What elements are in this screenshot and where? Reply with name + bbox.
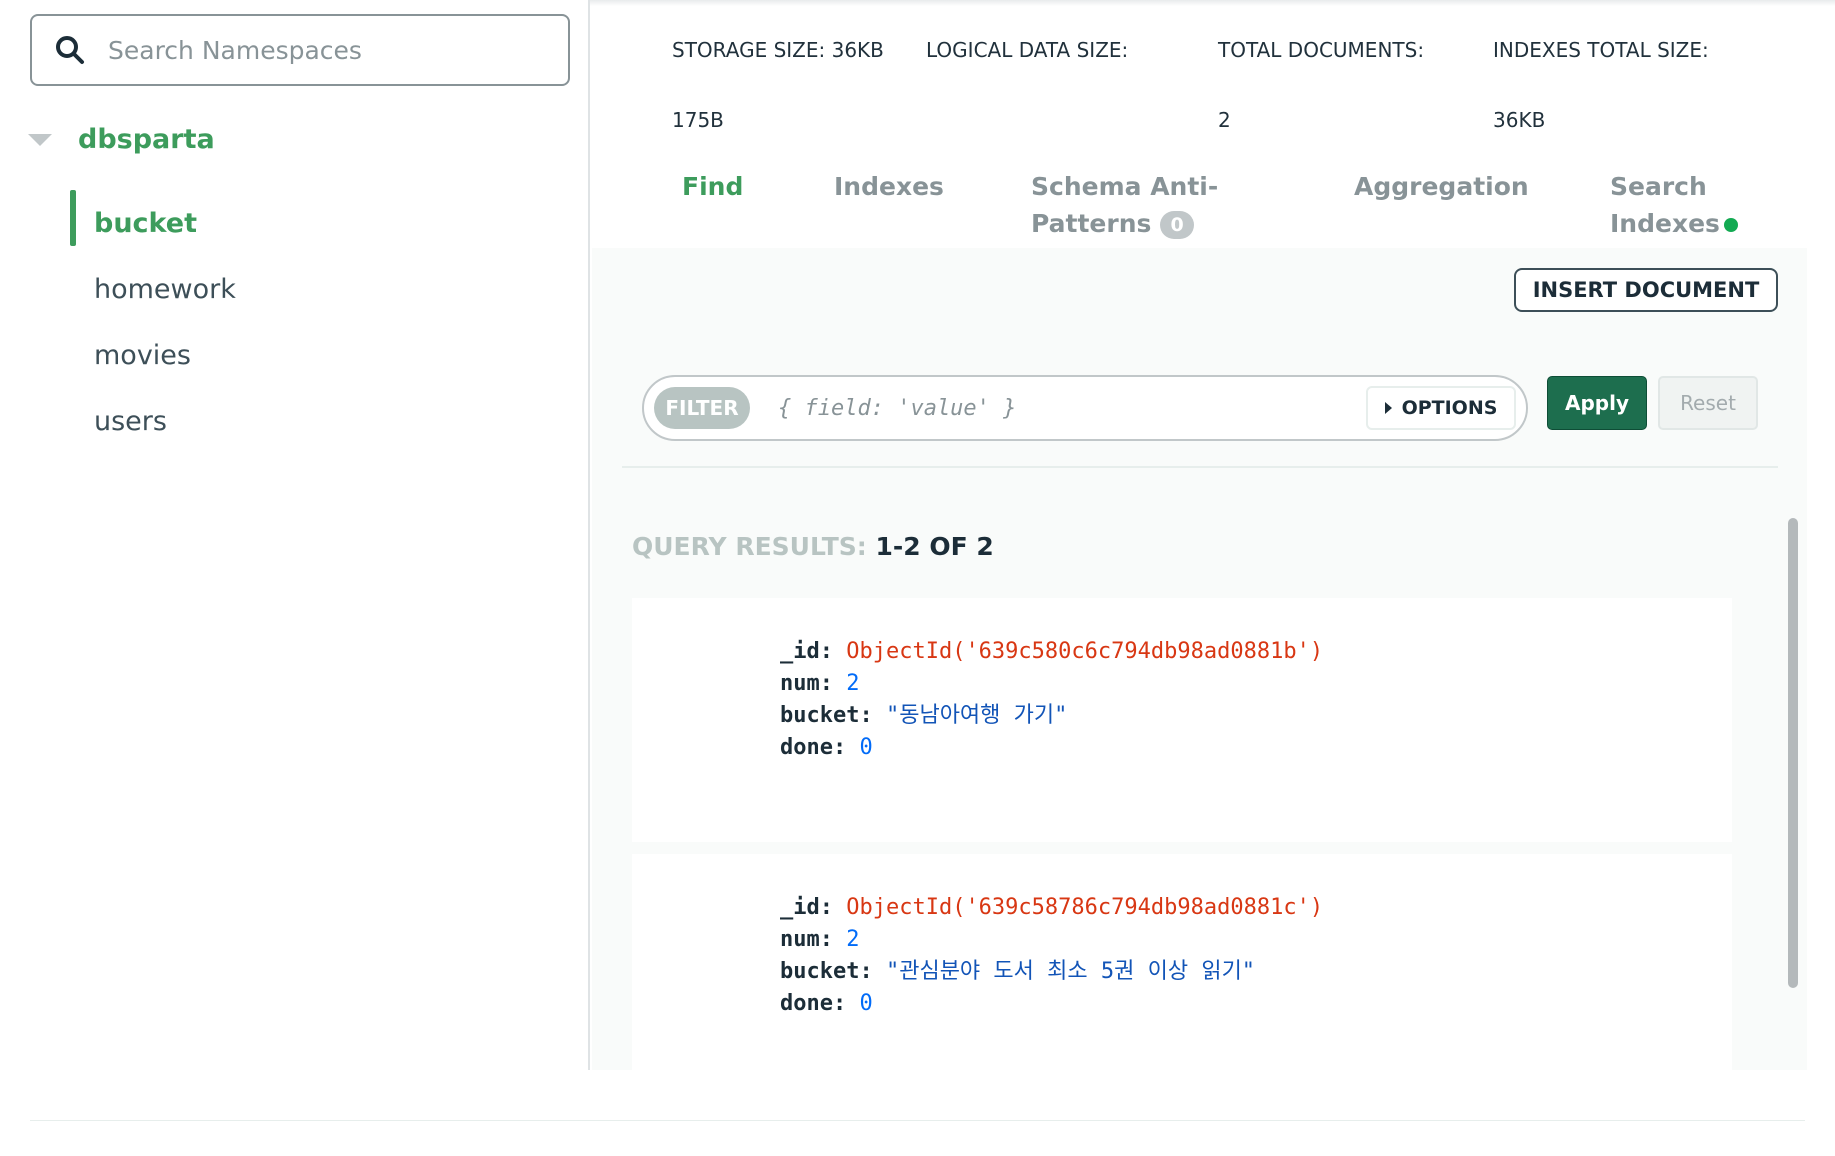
document-fields: _id: ObjectId('639c580c6c794db98ad0881b'… — [780, 636, 1323, 764]
caret-right-icon — [1384, 402, 1392, 414]
collection-item-homework[interactable]: homework — [70, 256, 570, 322]
tab-find[interactable]: Find — [682, 168, 743, 205]
document-fields: _id: ObjectId('639c58786c794db98ad0881c'… — [780, 892, 1323, 1020]
database-item-dbsparta[interactable]: dbsparta — [28, 124, 215, 155]
field-key: bucket: — [780, 703, 873, 728]
query-results-count: 1-2 OF 2 — [875, 532, 994, 561]
field-key: done: — [780, 735, 847, 760]
logical-size-label: LOGICAL DATA SIZE: — [926, 38, 1129, 62]
field-value-string[interactable]: "동남아여행 가기" — [886, 703, 1067, 728]
storage-size-stat: STORAGE SIZE: 36KB — [672, 38, 884, 62]
field-key: _id: — [780, 639, 833, 664]
query-results-summary: QUERY RESULTS: 1-2 OF 2 — [632, 532, 994, 561]
tab-search-label-line1: Search — [1610, 172, 1707, 201]
tab-search-indexes[interactable]: Search Indexes — [1610, 168, 1738, 242]
storage-size-value: 36KB — [831, 38, 884, 62]
results-scrollbar[interactable] — [1784, 510, 1800, 1070]
status-dot-icon — [1723, 218, 1738, 232]
field-value-string[interactable]: "관심분야 도서 최소 5권 이상 읽기" — [886, 959, 1255, 984]
search-icon — [54, 34, 86, 66]
top-shadow — [590, 0, 1835, 6]
collection-list: bucket homework movies users — [70, 190, 570, 454]
document-card[interactable]: _id: ObjectId('639c58786c794db98ad0881c'… — [632, 854, 1732, 1070]
options-button[interactable]: OPTIONS — [1366, 386, 1516, 430]
tab-aggregation[interactable]: Aggregation — [1354, 168, 1529, 205]
field-value-number[interactable]: 0 — [859, 735, 872, 760]
reset-button[interactable]: Reset — [1658, 376, 1758, 430]
tab-indexes[interactable]: Indexes — [834, 168, 944, 205]
schema-count-badge: 0 — [1160, 211, 1195, 239]
document-card[interactable]: _id: ObjectId('639c580c6c794db98ad0881b'… — [632, 598, 1732, 842]
query-bar: FILTER OPTIONS — [642, 375, 1528, 441]
field-key: num: — [780, 927, 833, 952]
field-key: _id: — [780, 895, 833, 920]
sidebar: dbsparta bucket homework movies users — [0, 0, 590, 1070]
collection-item-bucket[interactable]: bucket — [70, 190, 570, 256]
caret-down-icon[interactable] — [28, 133, 52, 146]
insert-document-button[interactable]: INSERT DOCUMENT — [1514, 268, 1778, 312]
storage-size-label: STORAGE SIZE: — [672, 38, 826, 62]
logical-size-value: 175B — [672, 108, 724, 132]
compass-window: dbsparta bucket homework movies users ST… — [0, 0, 1835, 1156]
namespace-search-input[interactable] — [108, 35, 548, 65]
indexes-size-value: 36KB — [1493, 108, 1546, 132]
find-workspace: INSERT DOCUMENT FILTER OPTIONS Apply Res… — [592, 248, 1807, 1070]
query-results-label: QUERY RESULTS: — [632, 532, 867, 561]
field-value-objectid[interactable]: ObjectId('639c58786c794db98ad0881c') — [846, 895, 1323, 920]
filter-label: FILTER — [654, 387, 750, 429]
total-documents-label: TOTAL DOCUMENTS: — [1218, 38, 1425, 62]
tab-schema-label: Patterns — [1031, 209, 1152, 238]
collection-item-movies[interactable]: movies — [70, 322, 570, 388]
tab-schema-label-line2: Patterns 0 — [1031, 205, 1218, 242]
bottom-divider — [30, 1120, 1805, 1121]
namespace-search[interactable] — [30, 14, 570, 86]
field-key: bucket: — [780, 959, 873, 984]
database-name: dbsparta — [78, 124, 215, 155]
collection-tabs: Find Indexes Schema Anti- Patterns 0 Agg… — [640, 168, 1820, 248]
tab-search-label-line2: Indexes — [1610, 205, 1738, 242]
apply-button[interactable]: Apply — [1547, 376, 1647, 430]
options-label: OPTIONS — [1401, 397, 1498, 419]
field-value-number[interactable]: 2 — [846, 671, 859, 696]
field-value-number[interactable]: 2 — [846, 927, 859, 952]
indexes-size-label: INDEXES TOTAL SIZE: — [1493, 38, 1709, 62]
field-key: num: — [780, 671, 833, 696]
tab-schema-anti-patterns[interactable]: Schema Anti- Patterns 0 — [1031, 168, 1218, 242]
scrollbar-thumb[interactable] — [1788, 518, 1798, 988]
tab-schema-label-line1: Schema Anti- — [1031, 172, 1219, 201]
collection-item-users[interactable]: users — [70, 388, 570, 454]
filter-input[interactable] — [778, 395, 1358, 421]
field-value-objectid[interactable]: ObjectId('639c580c6c794db98ad0881b') — [846, 639, 1323, 664]
tab-search-label: Indexes — [1610, 209, 1720, 238]
field-value-number[interactable]: 0 — [859, 991, 872, 1016]
divider — [622, 466, 1778, 468]
field-key: done: — [780, 991, 847, 1016]
total-documents-value: 2 — [1218, 108, 1231, 132]
